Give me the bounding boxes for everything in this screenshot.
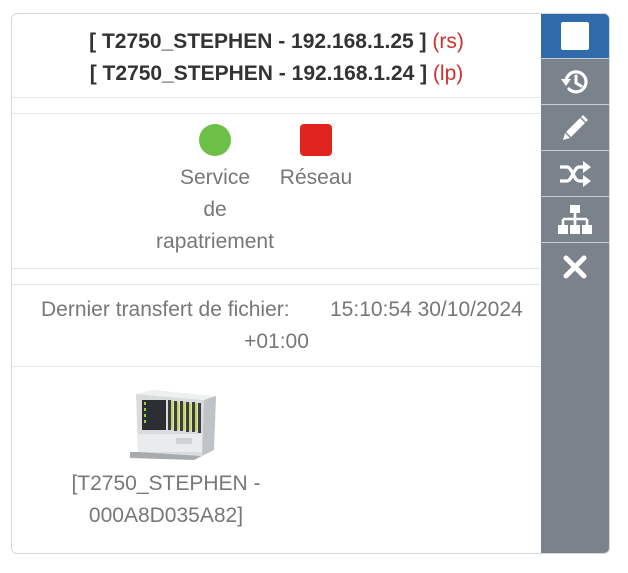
pencil-icon [560,113,590,143]
shuffle-icon [558,159,592,189]
action-toolbar [541,14,609,553]
topology-button[interactable] [541,198,609,243]
network-status: Réseau [266,124,366,194]
service-status-label-2: de [203,198,227,221]
last-transfer-time: 15:10:54 30/10/2024 [330,298,523,321]
title-secondary-name: [ T2750_STEPHEN - 192.168.1.24 ] [89,62,428,85]
controller-title: [ T2750_STEPHEN - 192.168.1.25 ] (rs) [ … [12,26,541,90]
close-icon [562,254,588,280]
service-status-indicator-icon [199,124,231,156]
stop-square-icon [560,21,590,51]
title-primary-name: [ T2750_STEPHEN - 192.168.1.25 ] [89,30,427,53]
title-secondary-role: (lp) [432,62,464,85]
network-status-label: Réseau [279,166,353,189]
device-label-2: 000A8D035A82] [88,504,244,527]
network-status-indicator-icon [300,124,332,156]
divider [12,113,541,114]
controller-card: [ T2750_STEPHEN - 192.168.1.25 ] (rs) [ … [11,13,610,554]
close-button[interactable] [541,244,609,289]
device-label-1: [T2750_STEPHEN - [71,472,261,495]
divider [12,366,541,367]
edit-button[interactable] [541,106,609,151]
service-status-label-3: rapatriement [156,230,274,253]
card-content: [ T2750_STEPHEN - 192.168.1.25 ] (rs) [ … [12,14,541,553]
title-line-primary: [ T2750_STEPHEN - 192.168.1.25 ] (rs) [12,26,541,58]
title-primary-role: (rs) [432,30,464,53]
divider [12,97,541,98]
sitemap-icon [558,204,592,236]
divider [12,268,541,269]
switch-button[interactable] [541,152,609,197]
last-transfer-label: Dernier transfert de fichier: [41,298,290,321]
title-line-secondary: [ T2750_STEPHEN - 192.168.1.24 ] (lp) [12,58,541,90]
history-icon [559,66,591,98]
stop-button[interactable] [541,14,609,59]
divider [12,284,541,285]
controller-device-icon [116,386,216,466]
last-transfer-timezone: +01:00 [244,330,309,353]
device-item[interactable]: [T2750_STEPHEN - 000A8D035A82] [56,386,276,532]
history-button[interactable] [541,60,609,105]
